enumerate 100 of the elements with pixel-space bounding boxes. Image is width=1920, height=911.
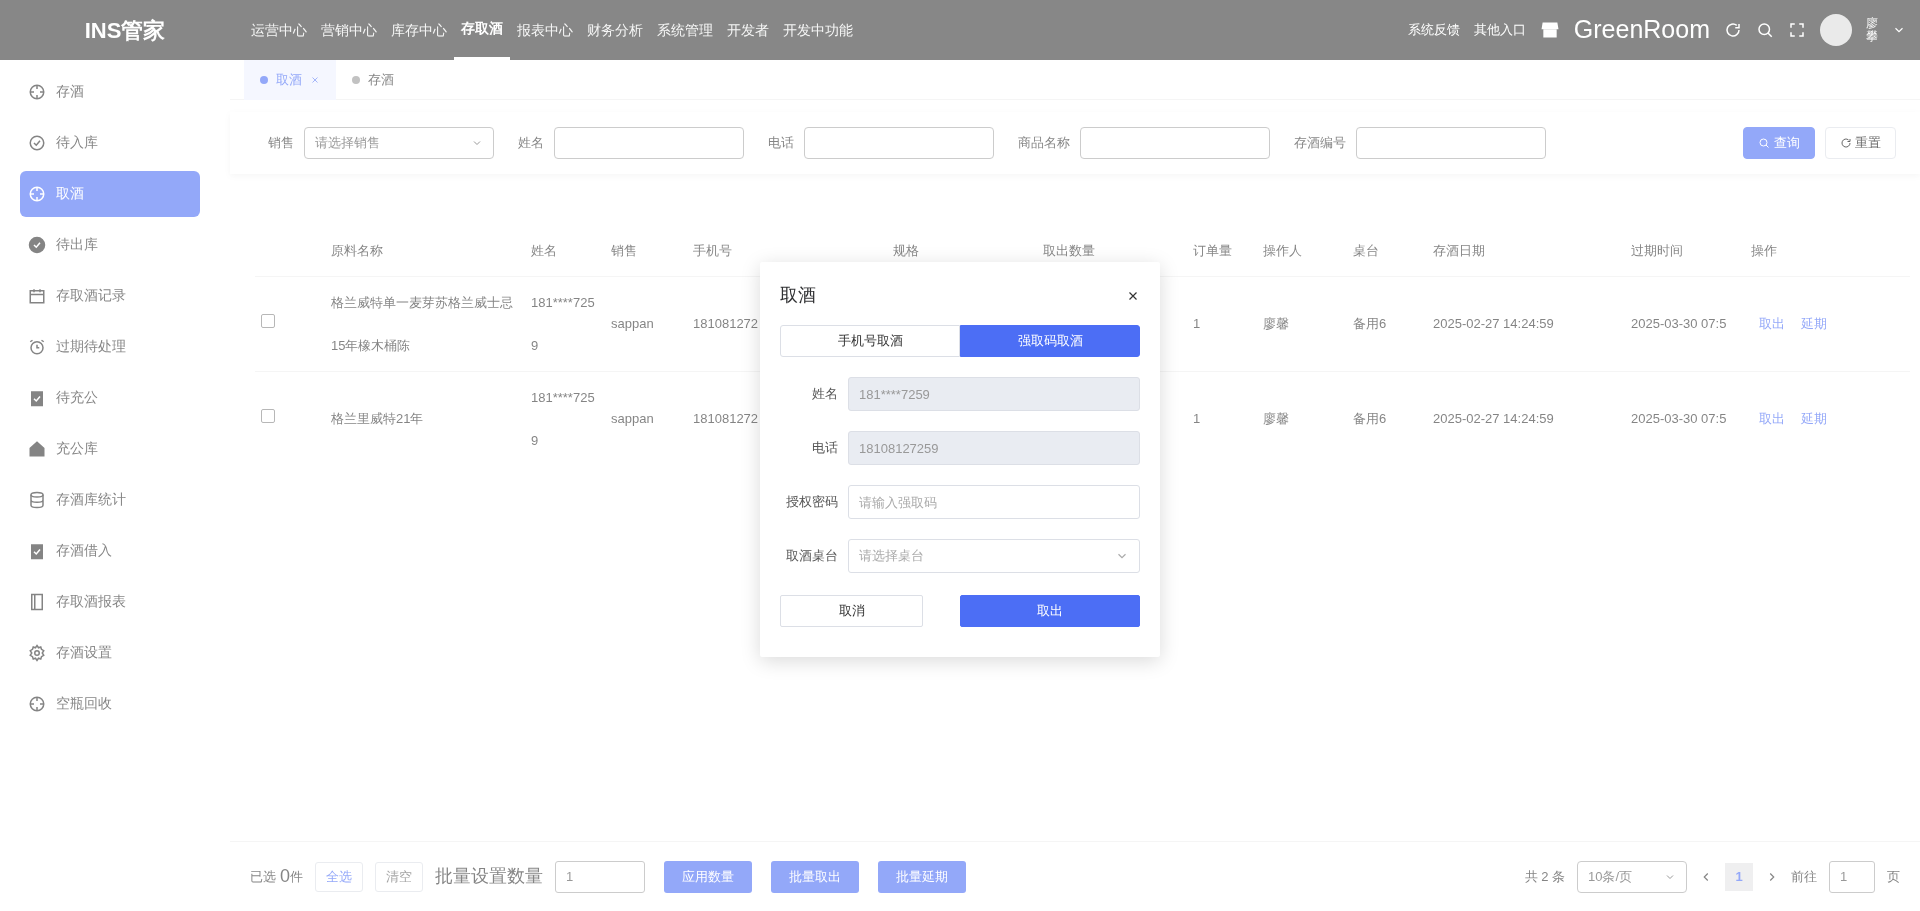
calendar-icon (28, 286, 46, 305)
user-name[interactable]: 廖攀 (1866, 16, 1878, 44)
crosshair-icon (28, 694, 46, 713)
status-dot (352, 76, 360, 84)
segment-tab[interactable]: 手机号取酒 (780, 325, 960, 357)
nav-tab[interactable]: 系统管理 (650, 0, 720, 60)
search-icon[interactable] (1756, 21, 1774, 39)
sidebar-item[interactable]: 待入库 (20, 119, 200, 166)
sidebar-item[interactable]: 空瓶回收 (20, 680, 200, 727)
batch-label: 批量设置数量 (435, 865, 543, 888)
goto-unit: 页 (1887, 867, 1900, 886)
action-link[interactable]: 取出 (1751, 397, 1793, 440)
select-field[interactable]: 请选择桌台 (848, 539, 1140, 573)
header-link[interactable]: 系统反馈 (1407, 20, 1460, 40)
batch-button[interactable]: 应用数量 (664, 860, 752, 893)
select-all-button[interactable]: 全选 (315, 861, 363, 892)
table-cell: sappan (611, 316, 654, 331)
dialog-title: 取酒 (780, 284, 816, 307)
field-label: 授权密码 (785, 493, 839, 512)
column-header: 原料名称 (331, 243, 383, 258)
cancel-button[interactable]: 取消 (780, 595, 923, 627)
column-header: 姓名 (531, 243, 557, 258)
sidebar-item[interactable]: 存酒 (20, 68, 200, 115)
sidebar-item[interactable]: 取酒 (20, 170, 200, 217)
sidebar-item[interactable]: 待充公 (20, 374, 200, 421)
column-header: 取出数量 (1043, 243, 1095, 258)
table-cell: 格兰里威特21年 (331, 411, 424, 426)
input-field[interactable] (1080, 127, 1270, 159)
gear-icon (28, 643, 46, 662)
input-field[interactable] (1356, 127, 1546, 159)
status-dot (260, 76, 268, 84)
reset-button[interactable]: 重置 (1824, 127, 1896, 159)
placeholder-text: 请选择销售 (315, 134, 380, 153)
filter-label: 销售 (268, 134, 294, 153)
clipboard-check-icon (28, 388, 46, 407)
confirm-button[interactable]: 取出 (960, 595, 1140, 627)
nav-tab[interactable]: 营销中心 (314, 0, 384, 60)
action-link[interactable]: 取出 (1751, 302, 1793, 345)
table-cell: 廖馨 (1263, 316, 1289, 331)
checkbox[interactable] (261, 409, 275, 423)
sidebar-item[interactable]: 充公库 (20, 425, 200, 472)
placeholder-text: 请选择桌台 (859, 547, 924, 566)
nav-tab[interactable]: 开发者 (720, 0, 776, 60)
nav-tab[interactable]: 库存中心 (384, 0, 454, 60)
fullscreen-icon[interactable] (1788, 21, 1806, 39)
segment-tab[interactable]: 强取码取酒 (960, 325, 1140, 357)
checkbox[interactable] (261, 314, 275, 328)
refresh-icon[interactable] (1724, 21, 1742, 39)
column-header: 销售 (611, 243, 637, 258)
nav-tab[interactable]: 存取酒 (454, 0, 510, 60)
search-button[interactable]: 查询 (1743, 127, 1815, 159)
search-icon (1758, 137, 1770, 149)
header-link[interactable]: 其他入口 (1473, 20, 1526, 40)
table-cell: 1 (1193, 316, 1201, 331)
table-cell: 181****7259 (531, 389, 595, 448)
sidebar-item[interactable]: 待出库 (20, 221, 200, 268)
action-link[interactable]: 延期 (1793, 302, 1835, 345)
column-header: 操作人 (1263, 243, 1302, 258)
table-cell: 备用6 (1353, 316, 1387, 331)
field-label: 电话 (811, 439, 839, 458)
page-button[interactable]: 1 (1725, 862, 1753, 891)
clipboard-check-icon (28, 541, 46, 560)
sidebar-item[interactable]: 过期待处理 (20, 323, 200, 370)
notebook-icon (28, 592, 46, 611)
batch-button[interactable]: 批量取出 (771, 860, 859, 893)
sidebar-item[interactable]: 存酒库统计 (20, 476, 200, 523)
batch-button[interactable]: 批量延期 (878, 860, 966, 893)
input-field[interactable] (804, 127, 994, 159)
page-size-select[interactable]: 10条/页 (1577, 860, 1687, 893)
page-tab[interactable]: 存酒 (336, 60, 410, 100)
sidebar-item[interactable]: 存取酒报表 (20, 578, 200, 625)
tab-label: 取酒 (276, 71, 302, 90)
column-header: 订单量 (1193, 243, 1232, 258)
nav-tab[interactable]: 财务分析 (580, 0, 650, 60)
crosshair-icon (28, 184, 46, 203)
field-label: 取酒桌台 (785, 547, 839, 566)
nav-tab[interactable]: 运营中心 (244, 0, 314, 60)
column-header: 过期时间 (1631, 243, 1683, 258)
clear-button[interactable]: 清空 (375, 861, 423, 892)
column-header: 操作 (1751, 243, 1777, 258)
quantity-input[interactable]: 1 (555, 860, 645, 893)
refresh-icon (1839, 137, 1852, 149)
sidebar-item[interactable]: 存酒借入 (20, 527, 200, 574)
house-icon (28, 439, 46, 458)
goto-label: 前往 (1791, 867, 1817, 886)
sidebar-item[interactable]: 存取酒记录 (20, 272, 200, 319)
filter-label: 存酒编号 (1294, 134, 1346, 153)
table-cell: 181081272 (693, 316, 759, 331)
sidebar-item[interactable]: 存酒设置 (20, 629, 200, 676)
avatar[interactable] (1820, 14, 1852, 46)
nav-tab[interactable]: 报表中心 (510, 0, 580, 60)
tab-label: 存酒 (368, 71, 394, 90)
page-input[interactable]: 1 (1829, 860, 1875, 893)
action-link[interactable]: 延期 (1793, 397, 1835, 440)
crosshair-icon (28, 82, 46, 101)
input-field[interactable] (554, 127, 744, 159)
page-tab[interactable]: 取酒 (244, 60, 336, 100)
sales-select[interactable]: 请选择销售 (304, 127, 494, 159)
nav-tab[interactable]: 开发中功能 (776, 0, 860, 60)
check-circle-icon (28, 133, 46, 152)
